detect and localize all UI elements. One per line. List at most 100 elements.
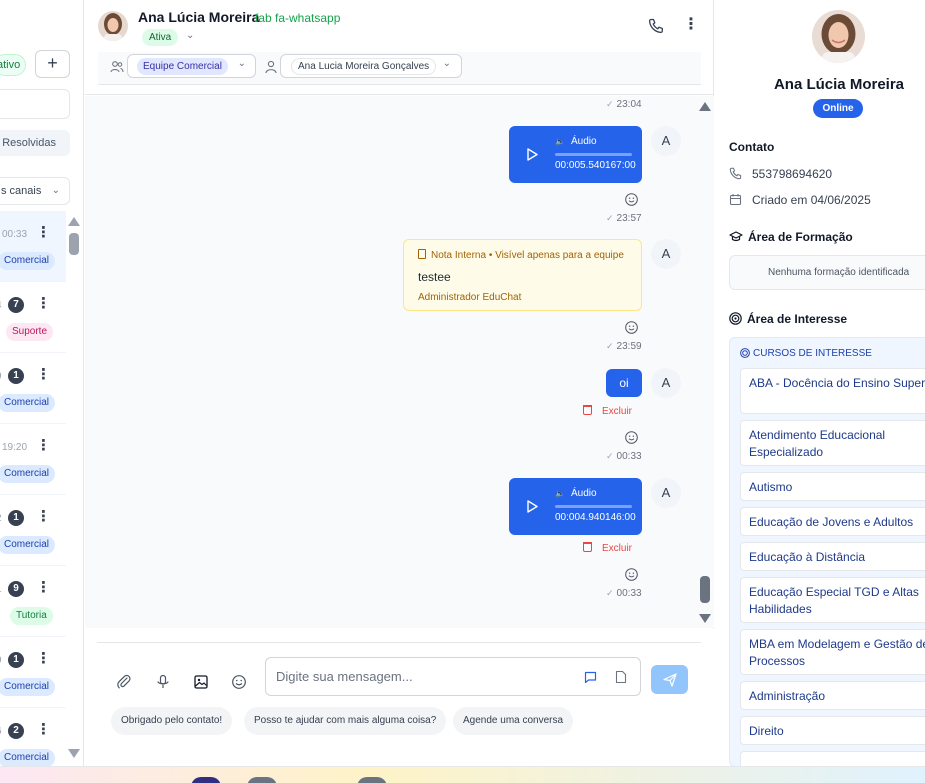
contact-avatar[interactable] <box>98 11 128 41</box>
conversation-time: 00:33 <box>2 229 28 240</box>
more-options-icon[interactable]: ⋮ <box>36 722 51 738</box>
phone-icon[interactable] <box>648 18 664 34</box>
quick-reply-icon[interactable] <box>584 671 597 684</box>
delete-message-button[interactable]: Excluir <box>583 405 632 417</box>
chevron-down-icon[interactable]: ⌄ <box>186 30 194 41</box>
reaction-smiley-icon[interactable] <box>625 321 638 334</box>
audio-progress-bar[interactable] <box>555 153 632 156</box>
more-options-icon[interactable]: ⋮ <box>36 438 51 454</box>
search-input[interactable] <box>0 89 70 119</box>
course-item[interactable]: Administração <box>740 681 925 710</box>
taskbar-app-icon[interactable] <box>191 777 221 783</box>
team-tag: Comercial <box>0 536 56 554</box>
team-select[interactable]: Equipe Comercial ⌄ <box>127 54 256 78</box>
message-area[interactable]: ✓ 23:04 🔈 Áudio 00:005.540167:00 A ✓ 23:57… <box>85 96 714 628</box>
course-item[interactable]: Educação Especial TGD e Altas Habilidade… <box>740 577 925 623</box>
audio-message[interactable]: 🔈 Áudio 00:005.540167:00 <box>509 126 642 183</box>
audio-message[interactable]: 🔈 Áudio 00:004.940146:00 <box>509 478 642 535</box>
message-timestamp: ✓ 23:04 <box>606 99 642 110</box>
more-options-icon[interactable]: ⋮ <box>36 509 51 525</box>
add-conversation-button[interactable]: + <box>35 50 70 78</box>
reaction-smiley-icon[interactable] <box>625 568 638 581</box>
message-timestamp: ✓ 23:59 <box>606 341 642 352</box>
conversation-item[interactable]: 00:33 ⋮ Comercial <box>0 211 66 282</box>
template-icon[interactable] <box>615 670 627 684</box>
message-input[interactable]: Digite sua mensagem... <box>265 657 641 696</box>
contact-name: Ana Lúcia Moreira <box>138 9 260 25</box>
quick-reply-chip[interactable]: Obrigado pelo contato! <box>111 707 233 735</box>
message-timestamp: ✓ 00:33 <box>606 451 642 462</box>
more-options-icon[interactable]: ⋮ <box>36 651 51 667</box>
conversation-item[interactable]: 62 ⋮ Comercial <box>0 708 66 766</box>
course-item[interactable]: Educação à Distância <box>740 542 925 571</box>
audio-label: Áudio <box>571 136 597 147</box>
course-item[interactable]: MBA em Modelagem e Gestão de Processos <box>740 629 925 675</box>
conversation-item[interactable]: 47 ⋮ Suporte <box>0 282 66 353</box>
chevron-down-icon: ⌄ <box>51 185 60 196</box>
reaction-smiley-icon[interactable] <box>625 193 638 206</box>
course-item[interactable]: Direito <box>740 716 925 745</box>
course-item[interactable]: ABA - Docência do Ensino Superior <box>740 368 925 414</box>
play-icon[interactable] <box>527 500 538 513</box>
trash-icon <box>583 542 592 552</box>
speaker-icon: 🔈 <box>555 489 565 498</box>
emoji-icon[interactable] <box>231 674 247 690</box>
play-icon[interactable] <box>527 148 538 161</box>
note-author: Administrador EduChat <box>418 292 522 303</box>
scroll-down-icon[interactable] <box>699 614 711 623</box>
conversation-item[interactable]: 19:20 ⋮ Comercial <box>0 424 66 495</box>
attachment-icon[interactable] <box>116 674 132 690</box>
scrollbar-thumb[interactable] <box>69 233 79 255</box>
conversation-item[interactable]: 19 ⋮ Tutoria <box>0 566 66 637</box>
status-filter-chip[interactable]: ativo <box>0 54 26 76</box>
more-options-icon[interactable]: ⋮ <box>683 17 699 33</box>
tab-resolvidas[interactable]: Resolvidas <box>0 130 70 156</box>
status-badge[interactable]: Ativa <box>142 29 179 46</box>
image-icon[interactable] <box>193 674 209 690</box>
conversation-item[interactable]: 21 ⋮ Comercial <box>0 495 66 566</box>
quick-reply-chip[interactable]: Agende uma conversa <box>453 707 574 735</box>
scroll-down-icon[interactable] <box>68 749 80 758</box>
course-item[interactable]: Educação de Jovens e Adultos <box>740 507 925 536</box>
microphone-icon[interactable] <box>155 674 171 690</box>
conversation-list-panel: ativo + Resolvidas s canais ⌄ 00:33 ⋮ Come… <box>0 0 84 766</box>
chevron-down-icon: ⌄ <box>442 58 451 69</box>
team-tag: Tutoria <box>10 607 53 625</box>
team-tag: Comercial <box>0 465 56 483</box>
course-item[interactable]: Atendimento Educacional Especializado <box>740 420 925 466</box>
conversation-item[interactable]: 91 ⋮ Comercial <box>0 353 66 424</box>
conversation-scrollbar[interactable] <box>66 211 83 766</box>
speaker-icon: 🔈 <box>555 137 565 146</box>
scroll-up-icon[interactable] <box>68 217 80 226</box>
more-options-icon[interactable]: ⋮ <box>36 296 51 312</box>
message-input-placeholder: Digite sua mensagem... <box>276 669 413 684</box>
taskbar-app-icon[interactable] <box>357 777 387 783</box>
message-timestamp: ✓ 23:57 <box>606 213 642 224</box>
message-scrollbar[interactable] <box>697 96 714 628</box>
scroll-up-icon[interactable] <box>699 102 711 111</box>
team-icon <box>110 61 124 73</box>
scrollbar-thumb[interactable] <box>700 576 710 603</box>
agent-avatar: A <box>651 478 681 508</box>
more-options-icon[interactable]: ⋮ <box>36 580 51 596</box>
assignee-select[interactable]: Ana Lucia Moreira Gonçalves ⌄ <box>280 54 462 78</box>
channel-filter-select[interactable]: s canais ⌄ <box>0 177 70 205</box>
more-options-icon[interactable]: ⋮ <box>36 367 51 383</box>
channel-label: fab fa-whatsapp <box>255 11 341 25</box>
audio-progress-bar[interactable] <box>555 505 632 508</box>
delete-message-button[interactable]: Excluir <box>583 542 632 554</box>
reaction-smiley-icon[interactable] <box>625 431 638 444</box>
unread-count-badge: 7 <box>8 297 24 313</box>
more-options-icon[interactable]: ⋮ <box>36 225 51 241</box>
course-item[interactable]: Autismo <box>740 472 925 501</box>
note-body: testee <box>418 270 451 284</box>
course-item[interactable] <box>740 751 925 766</box>
team-tag: Suporte <box>6 323 54 341</box>
audio-label: Áudio <box>571 488 597 499</box>
conversation-item[interactable]: 91 ⋮ Comercial <box>0 637 66 708</box>
assignee-pill: Ana Lucia Moreira Gonçalves <box>291 58 437 75</box>
taskbar-app-icon[interactable] <box>247 777 277 783</box>
quick-reply-chip[interactable]: Posso te ajudar com mais alguma coisa? <box>244 707 447 735</box>
text-message[interactable]: oi <box>606 369 642 397</box>
send-button[interactable] <box>651 665 688 694</box>
